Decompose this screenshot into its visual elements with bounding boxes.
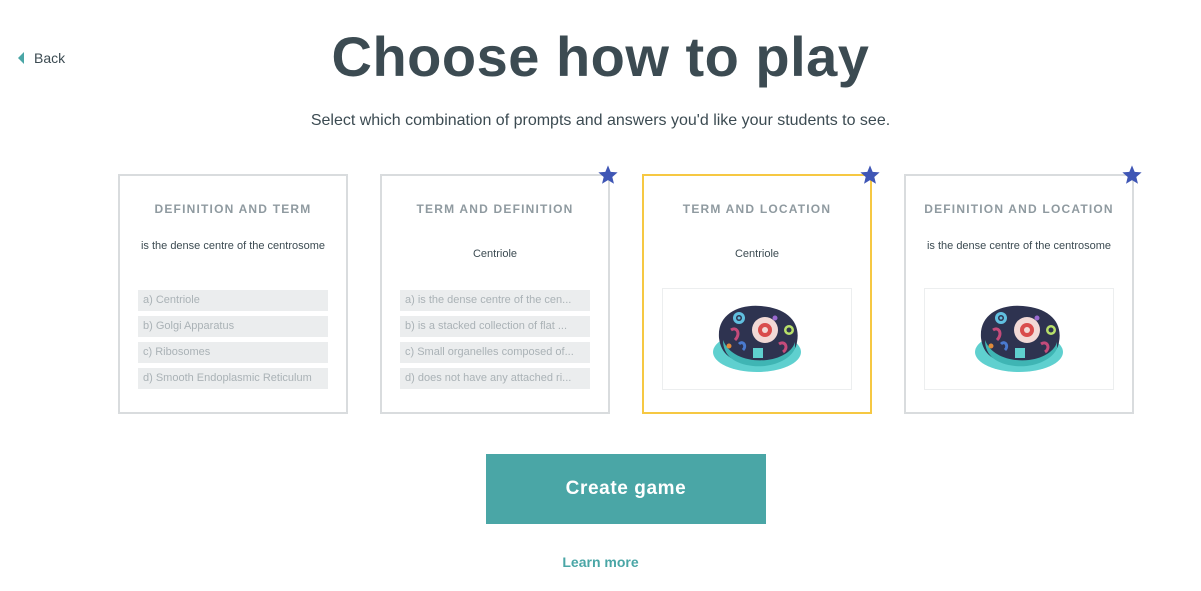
location-image-frame (662, 288, 852, 390)
card-prompt: Centriole (472, 248, 518, 260)
learn-more-link[interactable]: Learn more (0, 554, 1201, 570)
card-prompt: is the dense centre of the centrosome (140, 240, 326, 252)
card-heading: DEFINITION AND LOCATION (924, 202, 1114, 216)
answer-list: a) Centriole b) Golgi Apparatus c) Ribos… (138, 290, 328, 389)
mode-card-definition-and-term[interactable]: DEFINITION AND TERM is the dense centre … (118, 174, 348, 414)
card-prompt: Centriole (734, 248, 780, 260)
page-subtitle: Select which combination of prompts and … (310, 112, 891, 129)
animal-cell-icon (713, 305, 801, 372)
card-heading: TERM AND LOCATION (682, 202, 832, 216)
page-title: Choose how to play (331, 25, 870, 88)
answer-option: d) does not have any attached ri... (400, 368, 590, 389)
mode-card-term-and-location[interactable]: TERM AND LOCATION Centriole (642, 174, 872, 414)
premium-star-icon (598, 165, 618, 184)
card-heading: DEFINITION AND TERM (154, 202, 312, 216)
answer-option: b) Golgi Apparatus (138, 316, 328, 337)
mode-card-definition-and-location[interactable]: DEFINITION AND LOCATION is the dense cen… (904, 174, 1134, 414)
animal-cell-icon (975, 305, 1063, 372)
choose-mode-page: Back Choose how to play Select which com… (0, 0, 1201, 591)
answer-option: c) Small organelles composed of... (400, 342, 590, 363)
create-game-button[interactable]: Create game (486, 454, 766, 524)
mode-card-term-and-definition[interactable]: TERM AND DEFINITION Centriole a) is the … (380, 174, 610, 414)
answer-option: b) is a stacked collection of flat ... (400, 316, 590, 337)
premium-star-icon (860, 165, 880, 184)
answer-option: d) Smooth Endoplasmic Reticulum (138, 368, 328, 389)
location-image-frame (924, 288, 1114, 390)
answer-option: a) Centriole (138, 290, 328, 311)
answer-option: a) is the dense centre of the cen... (400, 290, 590, 311)
answer-option: c) Ribosomes (138, 342, 328, 363)
card-heading: TERM AND DEFINITION (416, 202, 574, 216)
card-prompt: is the dense centre of the centrosome (926, 240, 1112, 252)
answer-list: a) is the dense centre of the cen... b) … (400, 290, 590, 389)
premium-star-icon (1122, 165, 1142, 184)
